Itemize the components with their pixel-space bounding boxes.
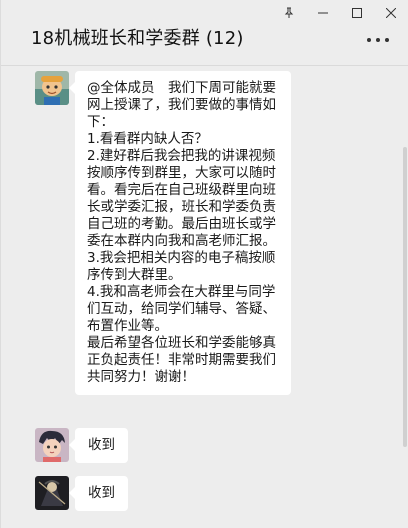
pin-icon bbox=[284, 7, 294, 18]
minimize-icon bbox=[318, 12, 328, 14]
message-text: @全体成员 我们下周可能就要网上授课了，我们要做的事情如下： 1.看看群内缺人否… bbox=[87, 80, 276, 385]
chat-title: 18机械班长和学委群 (12) bbox=[31, 28, 244, 49]
message-bubble[interactable]: 收到 bbox=[69, 476, 128, 511]
avatar-dark-icon[interactable] bbox=[35, 476, 69, 510]
message-item: @全体成员 我们下周可能就要网上授课了，我们要做的事情如下： 1.看看群内缺人否… bbox=[35, 71, 291, 395]
more-icon bbox=[367, 38, 371, 42]
minimize-button[interactable] bbox=[306, 0, 340, 26]
more-icon-dot bbox=[376, 38, 380, 42]
message-item: 收到 bbox=[35, 428, 128, 463]
maximize-icon bbox=[352, 8, 362, 18]
avatar-cartoon-icon[interactable] bbox=[35, 71, 69, 105]
message-text: 收到 bbox=[88, 485, 115, 501]
window-controls bbox=[272, 0, 408, 26]
message-bubble[interactable]: @全体成员 我们下周可能就要网上授课了，我们要做的事情如下： 1.看看群内缺人否… bbox=[69, 71, 291, 395]
message-item: 收到 bbox=[35, 476, 128, 511]
chat-window: 18机械班长和学委群 (12) @全体成员 我们下周可能就要网上授课了，我们要做… bbox=[0, 0, 408, 528]
close-icon bbox=[386, 8, 396, 18]
message-bubble[interactable]: 收到 bbox=[69, 428, 128, 463]
close-button[interactable] bbox=[374, 0, 408, 26]
maximize-button[interactable] bbox=[340, 0, 374, 26]
message-text: 收到 bbox=[88, 437, 115, 453]
more-options-button[interactable] bbox=[367, 36, 389, 44]
message-scrollbar[interactable] bbox=[403, 147, 407, 447]
avatar-anime-icon[interactable] bbox=[35, 428, 69, 462]
pin-button[interactable] bbox=[272, 0, 306, 26]
more-icon-dot bbox=[385, 38, 389, 42]
message-list[interactable]: @全体成员 我们下周可能就要网上授课了，我们要做的事情如下： 1.看看群内缺人否… bbox=[1, 67, 408, 528]
